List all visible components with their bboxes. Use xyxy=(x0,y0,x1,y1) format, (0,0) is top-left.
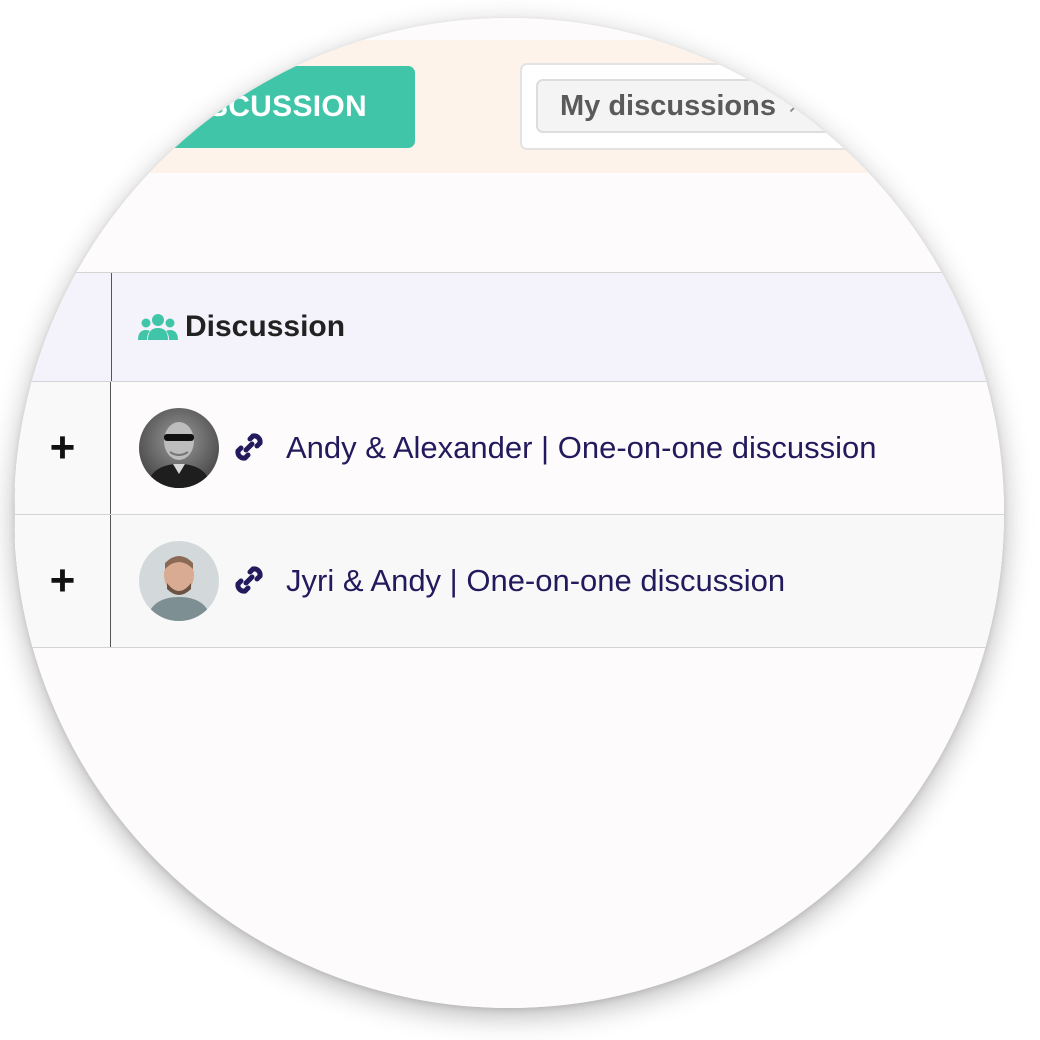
zoomed-content: DISCUSSION My discussions × Discussion +… xyxy=(14,18,1004,1008)
link-icon[interactable] xyxy=(232,430,266,464)
header-expand-column xyxy=(14,273,112,381)
discussions-table: Discussion + Andy & Alexander | One-on-o… xyxy=(14,272,1004,648)
table-header-row: Discussion xyxy=(14,272,1004,382)
plus-icon[interactable]: + xyxy=(14,515,111,647)
new-discussion-button[interactable]: DISCUSSION xyxy=(110,66,415,148)
table-row: + Andy & Alexander | One-on-one discussi… xyxy=(14,382,1004,515)
link-icon[interactable] xyxy=(232,563,266,597)
active-tab-indicator xyxy=(64,242,84,248)
close-icon[interactable]: × xyxy=(788,91,803,122)
filter-chip-my-discussions[interactable]: My discussions × xyxy=(536,79,876,133)
filter-chip-label: My discussions xyxy=(560,89,776,122)
column-header-discussion[interactable]: Discussion xyxy=(138,273,345,381)
table-row: + Jyri & Andy | One-on-one discussion xyxy=(14,515,1004,648)
filter-input[interactable]: My discussions × xyxy=(520,63,920,150)
users-icon xyxy=(138,314,178,340)
zoom-circle: DISCUSSION My discussions × Discussion +… xyxy=(14,18,1004,1008)
avatar xyxy=(139,541,219,621)
avatar xyxy=(139,408,219,488)
plus-icon[interactable]: + xyxy=(14,382,111,514)
column-header-label: Discussion xyxy=(185,310,346,343)
discussion-link[interactable]: Jyri & Andy | One-on-one discussion xyxy=(286,515,785,647)
discussion-link[interactable]: Andy & Alexander | One-on-one discussion xyxy=(286,382,877,514)
